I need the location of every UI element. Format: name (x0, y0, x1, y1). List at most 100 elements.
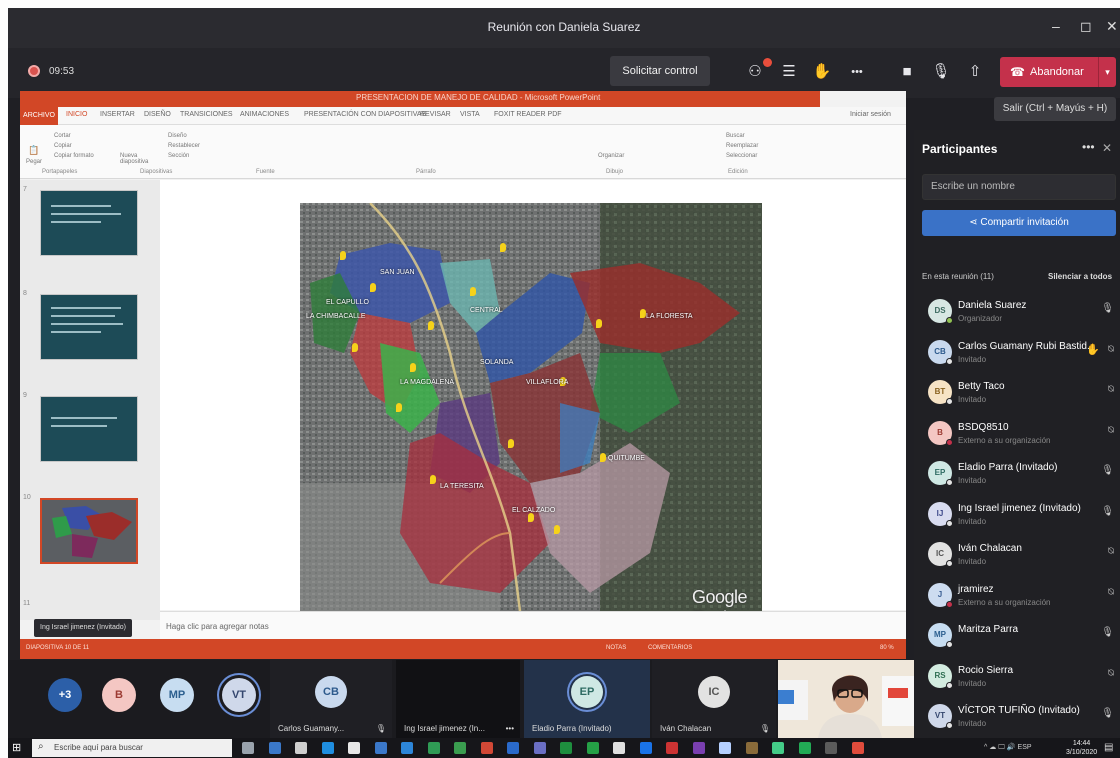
taskbar-app-icon[interactable] (772, 742, 784, 754)
taskbar-app-icon[interactable] (401, 742, 413, 754)
taskbar-app-icon[interactable] (851, 742, 864, 754)
taskbar-app-icon[interactable] (745, 742, 758, 754)
taskbar-search-input[interactable]: ⌕ Escribe aquí para buscar (32, 739, 232, 757)
participant-row[interactable]: MP Maritza Parra 🎙 (918, 618, 1116, 658)
video-tile[interactable]: EP Eladio Parra (Invitado) (524, 660, 650, 738)
replace-button[interactable]: Reemplazar (726, 143, 758, 149)
share-screen-icon[interactable]: ⇧ (964, 61, 986, 83)
microphone-icon[interactable]: 🎙 (1101, 627, 1114, 638)
tab-transiciones[interactable]: TRANSICIONES (180, 111, 233, 118)
tab-presentacion[interactable]: PRESENTACIÓN CON DIAPOSITIVAS (304, 111, 426, 118)
more-actions-button[interactable]: ••• (846, 61, 868, 83)
taskbar-app-icon[interactable] (560, 742, 572, 754)
taskbar-app-icon[interactable] (719, 742, 731, 754)
taskbar-app-icon[interactable] (480, 742, 493, 754)
new-slide-button[interactable]: Nueva diapositiva (120, 153, 160, 165)
microphone-muted-icon[interactable]: ⍉ (1108, 425, 1114, 436)
overflow-participants[interactable]: +3 (48, 678, 82, 712)
format-painter-button[interactable]: Copiar formato (54, 153, 94, 159)
signin-link[interactable]: Iniciar sesión (850, 111, 891, 118)
tab-diseno[interactable]: DISEÑO (144, 111, 171, 118)
taskbar-app-icon[interactable] (242, 742, 254, 754)
leave-button[interactable]: ☎ Abandonar ▾ (1000, 57, 1116, 87)
participant-row[interactable]: DS Daniela Suarez Organizador 🎙 (918, 294, 1116, 334)
taskbar-app-icon[interactable] (533, 742, 546, 754)
slide-thumbnail[interactable] (40, 190, 138, 256)
notifications-icon[interactable]: ▤ (1104, 742, 1113, 753)
tab-vista[interactable]: VISTA (460, 111, 480, 118)
tab-revisar[interactable]: REVISAR (420, 111, 451, 118)
taskbar-clock[interactable]: 14:44 3/10/2020 (1066, 739, 1097, 757)
microphone-muted-icon[interactable]: ⍉ (1108, 587, 1114, 598)
paste-button[interactable]: Pegar (26, 159, 42, 165)
taskbar-app-icon[interactable] (321, 742, 334, 754)
windows-start-icon[interactable]: ⊞ (12, 741, 21, 754)
video-tile[interactable]: CB Carlos Guamany... 🎙 (270, 660, 392, 738)
participant-row[interactable]: BT Betty Taco Invitado ⍉ (918, 375, 1116, 415)
microphone-icon[interactable]: 🎙 (930, 61, 952, 83)
zoom-level[interactable]: 80 % (880, 645, 894, 651)
taskbar-app-icon[interactable] (507, 742, 519, 754)
notes-pane[interactable]: Haga clic para agregar notas (160, 611, 906, 639)
taskbar-app-icon[interactable] (295, 742, 307, 754)
participant-avatar[interactable]: VT (222, 678, 256, 712)
participant-avatar[interactable]: B (102, 678, 136, 712)
close-icon[interactable]: ✕ (1102, 141, 1112, 155)
microphone-muted-icon[interactable]: ⍉ (1108, 546, 1114, 557)
camera-video-tile[interactable] (778, 660, 914, 738)
chat-icon[interactable]: ☰ (778, 61, 800, 83)
video-tile[interactable]: IC Iván Chalacan 🎙 (652, 660, 776, 738)
tab-insertar[interactable]: INSERTAR (100, 111, 135, 118)
participant-row[interactable]: IC Iván Chalacan Invitado ⍉ (918, 537, 1116, 577)
microphone-muted-icon[interactable]: ⍉ (1108, 344, 1114, 355)
video-tile[interactable]: Ing Israel jimenez (In... ••• (396, 660, 520, 738)
raise-hand-icon[interactable]: ✋ (811, 61, 833, 83)
cut-button[interactable]: Cortar (54, 133, 71, 139)
participant-row[interactable]: B BSDQ8510 Externo a su organización ⍉ (918, 416, 1116, 456)
microphone-icon[interactable]: 🎙 (1101, 465, 1114, 476)
tab-animaciones[interactable]: ANIMACIONES (240, 111, 289, 118)
taskbar-app-icon[interactable] (798, 742, 811, 754)
taskbar-app-icon[interactable] (825, 742, 837, 754)
maximize-button[interactable]: ◻ (1080, 18, 1092, 35)
arrange-button[interactable]: Organizar (598, 153, 624, 159)
tab-inicio[interactable]: INICIO (66, 111, 87, 118)
taskbar-app-icon[interactable] (427, 742, 440, 754)
participant-search-input[interactable]: Escribe un nombre (922, 174, 1116, 200)
participant-avatar[interactable]: MP (160, 678, 194, 712)
section-button[interactable]: Sección (168, 153, 189, 159)
participant-row[interactable]: RS Rocio Sierra Invitado ⍉ (918, 659, 1116, 699)
minimize-button[interactable]: – (1052, 18, 1060, 34)
panel-more-button[interactable]: ••• (1082, 140, 1095, 154)
system-tray[interactable]: ^ ☁ 🖵 🔊 ESP (984, 743, 1032, 752)
participant-row[interactable]: Jjramirez Externo a su organización ⍉ (918, 578, 1116, 618)
camera-icon[interactable]: ■ (896, 61, 918, 83)
participant-row[interactable]: EP Eladio Parra (Invitado) Invitado 🎙 (918, 456, 1116, 496)
slide-thumbnail[interactable] (40, 294, 138, 360)
taskbar-app-icon[interactable] (692, 742, 705, 754)
chevron-down-icon[interactable]: ▾ (1098, 57, 1116, 87)
tab-archivo[interactable]: ARCHIVO (20, 107, 58, 125)
request-control-button[interactable]: Solicitar control (610, 56, 710, 86)
slide-thumbnail-selected[interactable] (40, 498, 138, 564)
microphone-icon[interactable]: 🎙 (1101, 708, 1114, 719)
participant-row[interactable]: VT VÍCTOR TUFIÑO (Invitado) Invitado 🎙 (918, 699, 1116, 739)
comments-toggle[interactable]: COMENTARIOS (648, 645, 692, 651)
taskbar-app-icon[interactable] (268, 742, 281, 754)
participant-row[interactable]: IJ Ing Israel jimenez (Invitado) Invitado 🎙 (918, 497, 1116, 537)
taskbar-app-icon[interactable] (374, 742, 387, 754)
slide-thumbnail[interactable] (40, 396, 138, 462)
taskbar-app-icon[interactable] (666, 742, 678, 754)
taskbar-app-icon[interactable] (348, 742, 360, 754)
taskbar-app-icon[interactable] (454, 742, 466, 754)
participant-row[interactable]: CB Carlos Guamany Rubi Bastid... Invitado ✋… (918, 335, 1116, 375)
taskbar-app-icon[interactable] (613, 742, 625, 754)
notes-toggle[interactable]: NOTAS (606, 645, 626, 651)
tab-foxit[interactable]: FOXIT READER PDF (494, 111, 562, 118)
close-window-button[interactable]: ✕ (1106, 18, 1118, 35)
microphone-icon[interactable]: 🎙 (1101, 303, 1114, 314)
select-button[interactable]: Seleccionar (726, 153, 757, 159)
copy-button[interactable]: Copiar (54, 143, 72, 149)
reset-button[interactable]: Restablecer (168, 143, 200, 149)
microphone-muted-icon[interactable]: ⍉ (1108, 384, 1114, 395)
